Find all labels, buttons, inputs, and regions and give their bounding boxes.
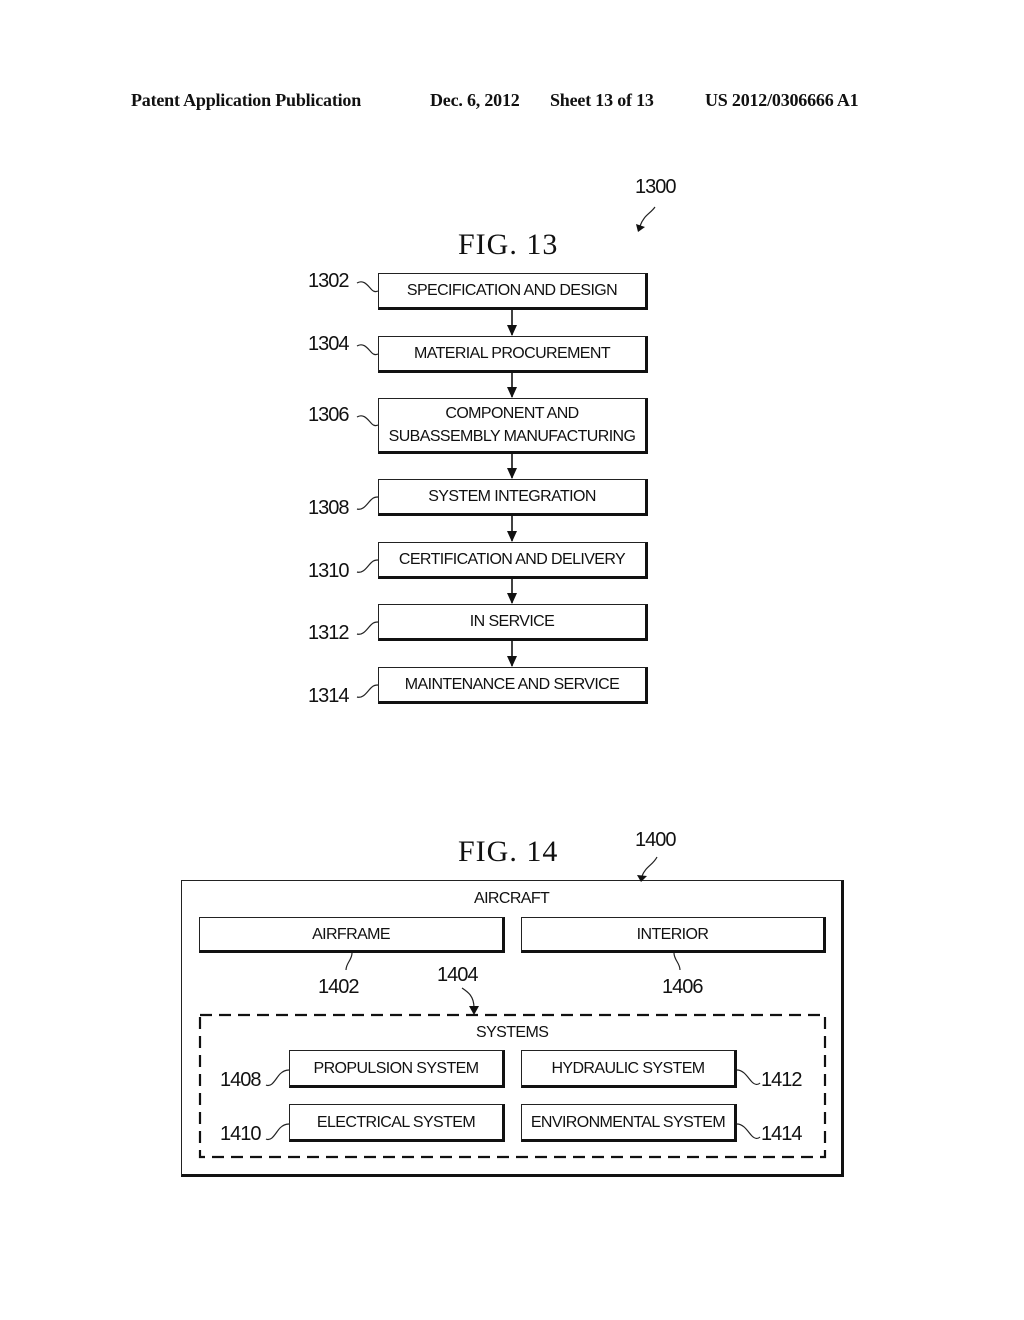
fig14-ref: 1400 [635, 829, 676, 851]
leader-line [356, 496, 379, 510]
patent-number: US 2012/0306666 A1 [705, 90, 859, 110]
step-label: SPECIFICATION AND DESIGN [406, 282, 618, 299]
fig13-title: FIG. 13 [458, 228, 559, 261]
step-ref: 1306 [308, 404, 349, 426]
leader-line [356, 621, 379, 635]
step-label: MAINTENANCE AND SERVICE [404, 676, 620, 693]
ref-arrow-head [636, 224, 645, 232]
sheet-number: Sheet 13 of 13 [550, 90, 654, 110]
step-maintenance-service: MAINTENANCE AND SERVICE [378, 667, 648, 704]
step-ref: 1310 [308, 560, 349, 582]
arrow-head [507, 656, 517, 667]
leader-line [356, 684, 379, 698]
system-label: HYDRAULIC SYSTEM [551, 1059, 705, 1077]
publication-date: Dec. 6, 2012 [430, 90, 520, 110]
step-ref: 1304 [308, 333, 349, 355]
system-ref: 1410 [220, 1123, 261, 1145]
fig14-title: FIG. 14 [458, 835, 559, 868]
step-certification-delivery: CERTIFICATION AND DELIVERY [378, 542, 648, 579]
leader-line [356, 559, 379, 573]
publication-type: Patent Application Publication [131, 90, 362, 110]
fig13-ref: 1300 [635, 176, 676, 198]
leader-line [356, 281, 379, 293]
airframe-ref: 1402 [318, 976, 359, 998]
systems-label: SYSTEMS [476, 1024, 549, 1041]
interior-ref: 1406 [662, 976, 703, 998]
airframe-box: AIRFRAME [199, 917, 505, 953]
step-ref: 1308 [308, 497, 349, 519]
environmental-system-box: ENVIRONMENTAL SYSTEM [521, 1104, 737, 1142]
step-label: CERTIFICATION AND DELIVERY [398, 551, 626, 568]
arrow-head [507, 531, 517, 542]
airframe-label: AIRFRAME [312, 925, 390, 943]
arrow-head [507, 593, 517, 604]
electrical-system-box: ELECTRICAL SYSTEM [289, 1104, 505, 1142]
step-specification-design: SPECIFICATION AND DESIGN [378, 273, 648, 310]
interior-label: INTERIOR [636, 925, 709, 943]
arrow-head [507, 325, 517, 336]
system-ref: 1408 [220, 1069, 261, 1091]
step-system-integration: SYSTEM INTEGRATION [378, 479, 648, 516]
step-in-service: IN SERVICE [378, 604, 648, 641]
system-ref: 1412 [761, 1069, 802, 1091]
hydraulic-system-box: HYDRAULIC SYSTEM [521, 1050, 737, 1088]
step-ref: 1312 [308, 622, 349, 644]
system-ref: 1414 [761, 1123, 802, 1145]
arrow-head [507, 468, 517, 479]
system-label: ENVIRONMENTAL SYSTEM [530, 1113, 726, 1131]
leader-line [356, 344, 379, 356]
propulsion-system-box: PROPULSION SYSTEM [289, 1050, 505, 1088]
aircraft-label: AIRCRAFT [474, 890, 550, 907]
step-material-procurement: MATERIAL PROCUREMENT [378, 336, 648, 373]
step-label-line2: SUBASSEMBLY MANUFACTURING [388, 428, 636, 445]
interior-box: INTERIOR [521, 917, 826, 953]
systems-ref: 1404 [437, 964, 478, 986]
step-ref: 1302 [308, 270, 349, 292]
step-label: MATERIAL PROCUREMENT [413, 345, 611, 362]
system-label: PROPULSION SYSTEM [313, 1059, 480, 1077]
ref-arrow-1400 [641, 856, 658, 877]
system-label: ELECTRICAL SYSTEM [316, 1113, 476, 1131]
ref-arrow-1300 [639, 206, 656, 227]
step-label-line1: COMPONENT AND [445, 405, 579, 422]
step-label: IN SERVICE [469, 613, 555, 630]
arrow-head [507, 387, 517, 398]
leader-line [356, 415, 379, 427]
step-ref: 1314 [308, 685, 349, 707]
step-label: SYSTEM INTEGRATION [428, 488, 596, 505]
step-component-manufacturing: COMPONENT AND SUBASSEMBLY MANUFACTURING [378, 398, 648, 454]
